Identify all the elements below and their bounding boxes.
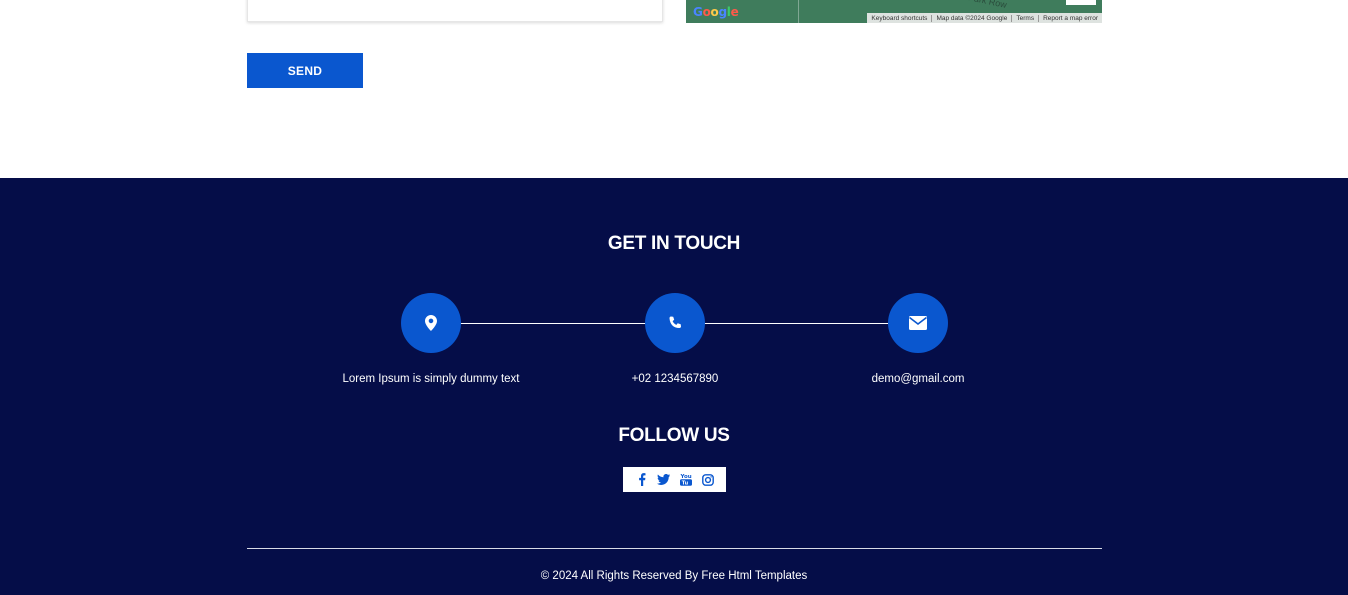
footer: GET IN TOUCH Lorem Ipsum is simply dummy… <box>0 178 1348 595</box>
map-keyboard-shortcuts-link[interactable]: Keyboard shortcuts <box>867 15 931 22</box>
footer-divider <box>247 548 1102 549</box>
map-data-text: Map data ©2024 Google <box>931 14 1011 22</box>
phone-icon <box>645 293 705 353</box>
map-zoom-control[interactable] <box>1066 0 1096 5</box>
map-report-error-link[interactable]: Report a map error <box>1038 14 1102 22</box>
instagram-icon[interactable] <box>701 473 714 486</box>
map-road-label: Park Row <box>967 0 1008 10</box>
get-in-touch-heading: GET IN TOUCH <box>607 233 741 254</box>
follow-us-heading: FOLLOW US <box>618 425 730 446</box>
contact-email-text[interactable]: demo@gmail.com <box>798 373 1038 385</box>
send-button[interactable]: SEND <box>247 53 363 88</box>
svg-text:Tu: Tu <box>681 480 688 486</box>
social-links: You Tu <box>623 467 726 492</box>
google-map[interactable]: Park Row Google Keyboard shortcuts Map d… <box>686 0 1102 23</box>
youtube-icon[interactable]: You Tu <box>679 473 692 486</box>
map-attribution: Keyboard shortcuts Map data ©2024 Google… <box>867 13 1102 23</box>
facebook-icon[interactable] <box>635 473 648 486</box>
message-textarea[interactable] <box>247 0 663 22</box>
contact-address-text: Lorem Ipsum is simply dummy text <box>342 373 520 385</box>
envelope-icon <box>888 293 948 353</box>
twitter-icon[interactable] <box>657 473 670 486</box>
copyright-text: © 2024 All Rights Reserved By Free Html … <box>540 570 808 582</box>
location-pin-icon <box>401 293 461 353</box>
svg-text:You: You <box>680 474 692 480</box>
map-terms-link[interactable]: Terms <box>1011 14 1038 22</box>
map-road <box>798 0 799 23</box>
google-logo: Google <box>693 5 739 19</box>
contact-phone-text[interactable]: +02 1234567890 <box>555 373 795 385</box>
contact-section: Park Row Google Keyboard shortcuts Map d… <box>0 0 1348 178</box>
